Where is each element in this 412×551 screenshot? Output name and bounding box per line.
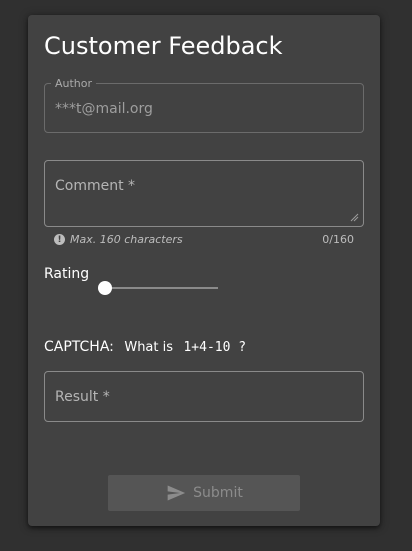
comment-placeholder: Comment *: [55, 178, 136, 194]
rating-slider[interactable]: [98, 279, 218, 297]
result-placeholder: Result *: [55, 389, 110, 405]
character-counter: 0/160: [322, 233, 354, 246]
captcha-suffix: ?: [238, 340, 246, 355]
page-title: Customer Feedback: [44, 32, 283, 60]
captcha-label: CAPTCHA:: [44, 339, 114, 355]
feedback-card: Customer Feedback Author ***t@mail.org C…: [28, 15, 380, 526]
submit-label: Submit: [193, 485, 243, 501]
info-icon: !: [54, 234, 65, 245]
comment-textarea[interactable]: Comment *: [44, 160, 364, 227]
slider-thumb[interactable]: [98, 281, 112, 295]
author-value: ***t@mail.org: [55, 101, 153, 117]
rating-label: Rating: [44, 266, 90, 282]
captcha-prompt: What is: [124, 340, 174, 355]
captcha-question: CAPTCHA: What is 1+4-10 ?: [44, 339, 246, 355]
author-field[interactable]: Author ***t@mail.org: [44, 77, 364, 133]
resize-handle-icon[interactable]: [349, 212, 359, 222]
comment-hint-text: Max. 160 characters: [70, 233, 183, 246]
submit-button[interactable]: Submit: [108, 475, 300, 511]
comment-hint: ! Max. 160 characters: [54, 233, 183, 246]
slider-track: [105, 287, 218, 289]
result-input[interactable]: Result *: [44, 371, 364, 422]
captcha-expression: 1+4-10: [183, 340, 231, 355]
author-label: Author: [51, 77, 97, 90]
send-icon: [167, 485, 186, 501]
